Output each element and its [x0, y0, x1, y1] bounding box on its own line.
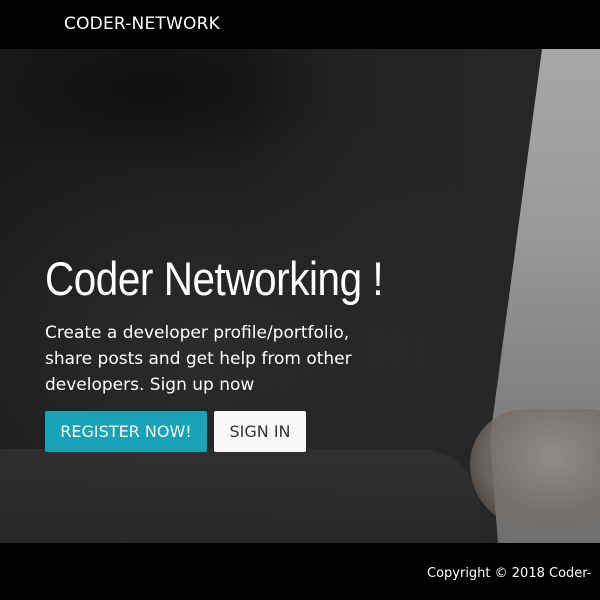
hero-section: Coder Networking ! Create a developer pr…	[0, 49, 600, 543]
hero-title: Coder Networking !	[45, 252, 384, 305]
hero-lead-text: Create a developer profile/portfolio, sh…	[45, 323, 352, 395]
top-navbar: CODER-NETWORK	[0, 0, 600, 49]
brand-link[interactable]: CODER-NETWORK	[64, 14, 220, 34]
hero-content: Coder Networking ! Create a developer pr…	[45, 251, 565, 452]
sign-in-button[interactable]: SIGN IN	[214, 411, 306, 452]
copyright-text: Copyright © 2018 Coder-	[427, 566, 592, 581]
register-button[interactable]: REGISTER NOW!	[45, 411, 207, 452]
footer: Copyright © 2018 Coder-	[0, 543, 600, 600]
hero-button-group: REGISTER NOW! SIGN IN	[45, 411, 565, 452]
page: CODER-NETWORK Coder Networking ! Create …	[0, 0, 600, 600]
